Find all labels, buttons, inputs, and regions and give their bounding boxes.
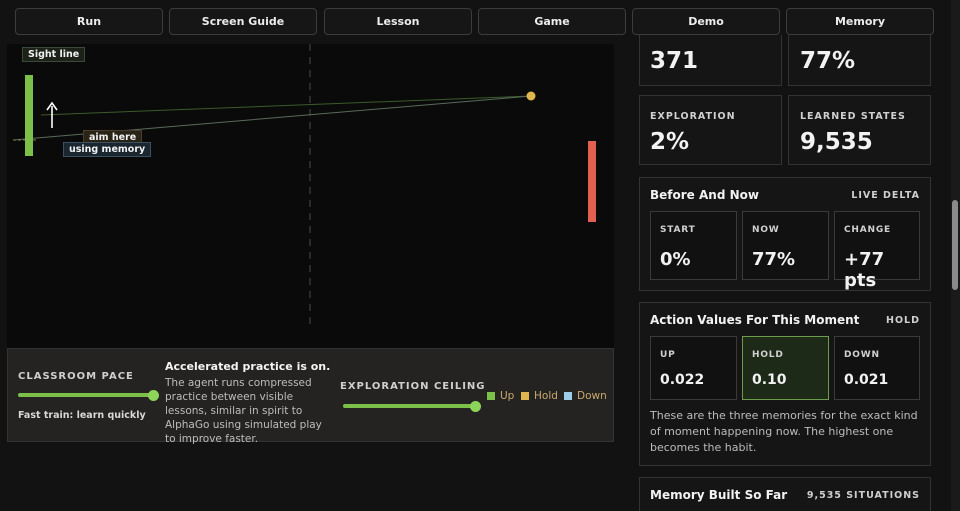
- game-canvas: Sight line aim here using memory: [7, 44, 614, 348]
- memory-panel: Memory Built So Far 9,535 SITUATIONS: [639, 477, 931, 511]
- sight-line-label: Sight line: [22, 47, 86, 62]
- start-value: 0%: [660, 249, 691, 270]
- action-values-note: These are the three memories for the exa…: [650, 409, 918, 454]
- now-card: NOW 77%: [742, 211, 829, 280]
- exploration-slider[interactable]: [343, 404, 475, 408]
- controls-panel: CLASSROOM PACE Fast train: learn quickly…: [7, 348, 614, 445]
- legend-down-swatch: [564, 392, 572, 400]
- action-values-panel: Action Values For This Moment HOLD UP 0.…: [639, 302, 931, 466]
- exploration-ceiling-label: EXPLORATION CEILING: [340, 381, 486, 392]
- exploration-label: EXPLORATION: [650, 111, 736, 122]
- pace-label: CLASSROOM PACE: [18, 371, 134, 382]
- top-tabs: Run Screen Guide Lesson Game Demo Memory: [15, 8, 935, 36]
- stat-card-top-right: 77%: [788, 35, 931, 86]
- hold-value: 0.10: [752, 372, 787, 388]
- up-value: 0.022: [660, 372, 705, 388]
- tab-run[interactable]: Run: [15, 8, 163, 35]
- info-title: Accelerated practice is on.: [165, 360, 331, 373]
- hold-value-card: HOLD 0.10: [742, 336, 829, 400]
- pace-slider[interactable]: [18, 393, 153, 397]
- stat-card-exploration: EXPLORATION 2%: [639, 95, 782, 165]
- tab-game[interactable]: Game: [478, 8, 626, 35]
- legend-hold-swatch: [521, 392, 529, 400]
- stat-top-left-value: 371: [650, 48, 699, 74]
- legend-up-swatch: [487, 392, 495, 400]
- hold-label: HOLD: [752, 350, 784, 360]
- ball: [526, 91, 536, 101]
- learned-label: LEARNED STATES: [800, 111, 906, 122]
- down-value: 0.021: [844, 372, 889, 388]
- stat-card-learned: LEARNED STATES 9,535: [788, 95, 931, 165]
- now-label: NOW: [752, 225, 780, 235]
- tab-screen-guide[interactable]: Screen Guide: [169, 8, 317, 35]
- game-svg: [12, 44, 596, 326]
- pace-slider-thumb[interactable]: [148, 390, 159, 401]
- tab-memory[interactable]: Memory: [786, 8, 934, 35]
- memory-title: Memory Built So Far: [650, 488, 788, 502]
- info-text: The agent runs compressed practice betwe…: [165, 377, 322, 445]
- stat-top-right-value: 77%: [800, 48, 856, 74]
- learned-value: 9,535: [800, 129, 873, 155]
- live-delta-badge: LIVE DELTA: [851, 190, 920, 201]
- up-value-card: UP 0.022: [650, 336, 737, 400]
- legend-hold: Hold: [521, 390, 558, 402]
- left-paddle: [25, 75, 33, 156]
- memory-label: using memory: [63, 142, 152, 157]
- start-label: START: [660, 225, 696, 235]
- legend-up: Up: [487, 390, 514, 402]
- memory-badge: 9,535 SITUATIONS: [806, 490, 920, 501]
- right-paddle: [588, 141, 596, 222]
- action-values-title: Action Values For This Moment: [650, 313, 860, 327]
- down-value-card: DOWN 0.021: [834, 336, 920, 400]
- before-now-title: Before And Now: [650, 188, 759, 202]
- up-label: UP: [660, 350, 676, 360]
- now-value: 77%: [752, 249, 796, 270]
- action-values-badge: HOLD: [886, 315, 920, 326]
- change-card: CHANGE +77 pts: [834, 211, 920, 291]
- legend-down: Down: [564, 390, 607, 402]
- tab-demo[interactable]: Demo: [632, 8, 780, 35]
- scrollbar-thumb[interactable]: [952, 200, 958, 290]
- start-card: START 0%: [650, 211, 737, 280]
- pace-note: Fast train: learn quickly: [18, 410, 146, 421]
- stat-card-top-left: 371: [639, 35, 782, 86]
- down-label: DOWN: [844, 350, 880, 360]
- exploration-value: 2%: [650, 129, 690, 155]
- exploration-slider-thumb[interactable]: [470, 401, 481, 412]
- change-label: CHANGE: [844, 225, 891, 235]
- change-value: +77 pts: [844, 249, 885, 291]
- sight-line: [40, 95, 532, 116]
- tab-lesson[interactable]: Lesson: [324, 8, 472, 35]
- before-and-now-panel: Before And Now LIVE DELTA START 0% NOW 7…: [639, 177, 931, 291]
